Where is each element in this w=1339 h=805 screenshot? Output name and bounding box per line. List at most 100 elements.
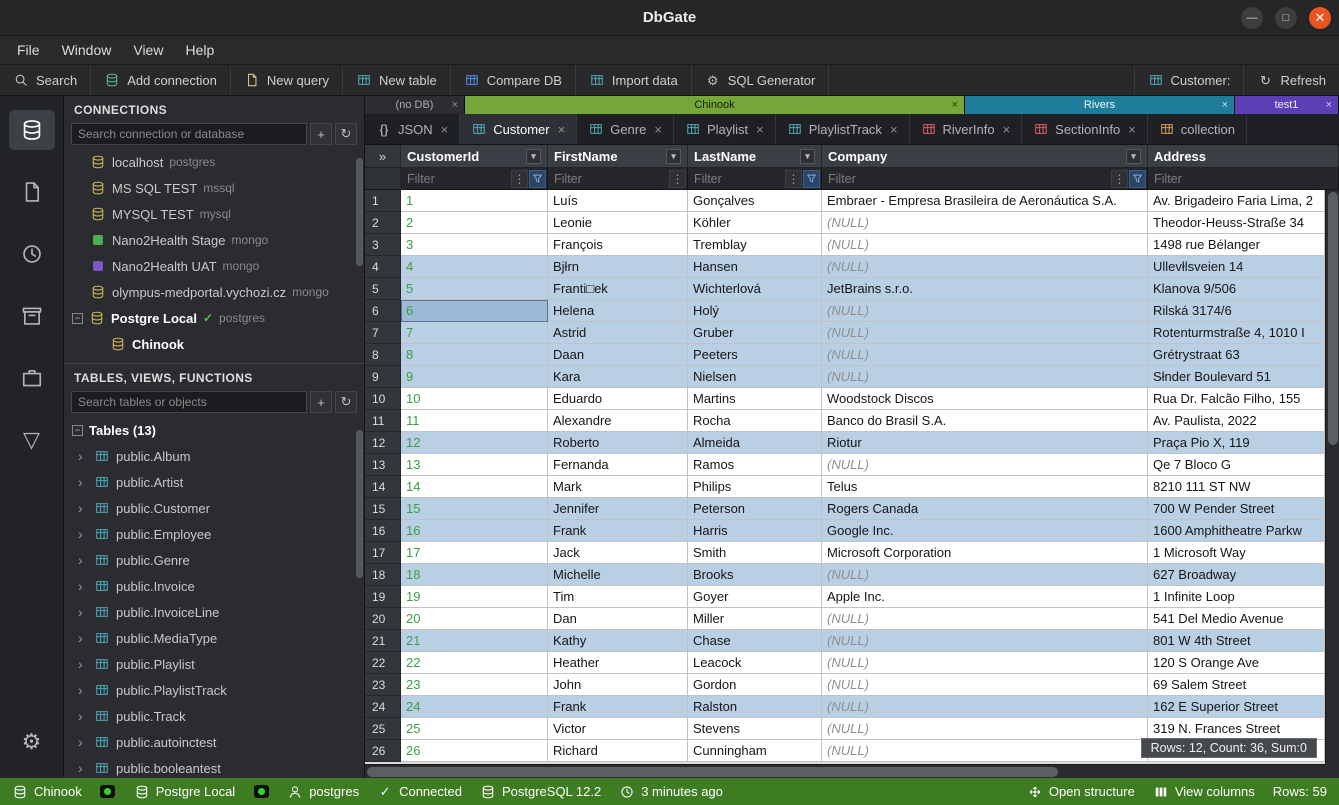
cell-lastname[interactable]: Wichterlová [688,278,822,300]
filter-address[interactable]: Filter [1148,168,1339,189]
chevron-right-icon[interactable]: › [78,500,88,516]
chevron-right-icon[interactable]: › [78,526,88,542]
cell-lastname[interactable]: Tremblay [688,234,822,256]
cell-address[interactable]: Rilská 3174/6 [1148,300,1325,322]
cell-company[interactable]: (NULL) [822,212,1148,234]
tab-playlist[interactable]: Playlist× [674,114,776,144]
cell-lastname[interactable]: Miller [688,608,822,630]
maximize-button[interactable]: □ [1275,7,1297,29]
connection-mysql-test[interactable]: MYSQL TESTmysql [64,201,364,227]
close-tab-icon[interactable]: × [1003,122,1011,137]
cell-address[interactable]: 627 Broadway [1148,564,1325,586]
cell-lastname[interactable]: Köhler [688,212,822,234]
close-button[interactable]: ✕ [1309,7,1331,29]
cell-company[interactable]: Google Inc. [822,520,1148,542]
cell-firstname[interactable]: Kara [548,366,688,388]
chevron-right-icon[interactable]: › [78,578,88,594]
cell-firstname[interactable]: Leonie [548,212,688,234]
connection-nano2health-uat[interactable]: Nano2Health UATmongo [64,253,364,279]
toolbar-new-table-button[interactable]: New table [343,65,451,95]
cell-firstname[interactable]: Luís [548,190,688,212]
cell-customerid[interactable]: 7 [401,322,548,344]
tab-sectioninfo[interactable]: SectionInfo× [1022,114,1148,144]
cell-customerid[interactable]: 26 [401,740,548,762]
table-public-album[interactable]: ›public.Album [64,443,364,469]
activity-files[interactable] [9,172,55,212]
table-public-mediatype[interactable]: ›public.MediaType [64,625,364,651]
toolbar-new-query-button[interactable]: New query [231,65,343,95]
close-tab-icon[interactable]: × [890,122,898,137]
close-db-tab-icon[interactable]: × [1222,99,1228,111]
collapse-icon[interactable]: − [72,425,83,436]
row-number[interactable]: 9 [365,366,401,388]
cell-company[interactable]: (NULL) [822,564,1148,586]
cell-customerid[interactable]: 23 [401,674,548,696]
cell-customerid[interactable]: 10 [401,388,548,410]
status-chinook[interactable]: Chinook [12,784,82,800]
close-tab-icon[interactable]: × [756,122,764,137]
vertical-scrollbar[interactable] [1325,190,1339,764]
cell-lastname[interactable]: Hansen [688,256,822,278]
table-public-booleantest[interactable]: ›public.booleantest [64,755,364,778]
cell-customerid[interactable]: 19 [401,586,548,608]
row-number[interactable]: 19 [365,586,401,608]
toolbar-sql-generator-button[interactable]: ⚙SQL Generator [692,65,830,95]
cell-lastname[interactable]: Ramos [688,454,822,476]
cell-company[interactable]: Woodstock Discos [822,388,1148,410]
cell-firstname[interactable]: Jennifer [548,498,688,520]
cell-firstname[interactable]: Astrid [548,322,688,344]
tables-group[interactable]: −Tables (13) [64,417,364,443]
cell-lastname[interactable]: Holý [688,300,822,322]
row-number[interactable]: 25 [365,718,401,740]
column-header-address[interactable]: Address [1148,145,1339,167]
cell-customerid[interactable]: 25 [401,718,548,740]
filter-company[interactable]: Filter⋮ [822,168,1148,189]
cell-lastname[interactable]: Chase [688,630,822,652]
chevron-right-icon[interactable]: › [78,552,88,568]
cell-company[interactable]: (NULL) [822,322,1148,344]
close-tab-icon[interactable]: × [1128,122,1136,137]
db-tab-chinook[interactable]: Chinook× [465,96,965,114]
cell-address[interactable]: 162 E Superior Street [1148,696,1325,718]
cell-address[interactable]: 801 W 4th Street [1148,630,1325,652]
table-public-playlisttrack[interactable]: ›public.PlaylistTrack [64,677,364,703]
cell-lastname[interactable]: Gordon [688,674,822,696]
table-public-employee[interactable]: ›public.Employee [64,521,364,547]
cell-customerid[interactable]: 8 [401,344,548,366]
cell-lastname[interactable]: Martins [688,388,822,410]
tab-collection[interactable]: collection [1148,114,1247,144]
toolbar-import-data-button[interactable]: Import data [576,65,692,95]
filter-customerid[interactable]: Filter⋮ [401,168,548,189]
connection-postgre-local[interactable]: −Postgre Local✓postgres [64,305,364,331]
toolbar-search-button[interactable]: Search [0,65,91,95]
column-header-lastname[interactable]: LastName▾ [688,145,822,167]
cell-customerid[interactable]: 18 [401,564,548,586]
cell-customerid[interactable]: 6 [401,300,548,322]
table-public-invoice[interactable]: ›public.Invoice [64,573,364,599]
tab-riverinfo[interactable]: RiverInfo× [910,114,1023,144]
menu-view[interactable]: View [122,38,174,62]
row-number[interactable]: 14 [365,476,401,498]
row-number[interactable]: 24 [365,696,401,718]
cell-address[interactable]: Theodor-Heuss-Straße 34 [1148,212,1325,234]
filter-menu-icon[interactable]: ⋮ [1111,170,1128,188]
cell-address[interactable]: Klanova 9/506 [1148,278,1325,300]
filter-funnel-icon[interactable] [529,170,546,188]
row-number[interactable]: 21 [365,630,401,652]
cell-company[interactable]: (NULL) [822,300,1148,322]
row-number[interactable]: 12 [365,432,401,454]
tables-scrollbar[interactable] [356,430,363,578]
connection-search-input[interactable] [71,123,307,145]
cell-customerid[interactable]: 22 [401,652,548,674]
cell-firstname[interactable]: Jack [548,542,688,564]
cell-firstname[interactable]: Alexandre [548,410,688,432]
filter-menu-icon[interactable]: ⋮ [785,170,802,188]
cell-customerid[interactable]: 9 [401,366,548,388]
db-tab-rivers[interactable]: Rivers× [965,96,1235,114]
cell-address[interactable]: Qe 7 Bloco G [1148,454,1325,476]
cell-lastname[interactable]: Cunningham [688,740,822,762]
cell-lastname[interactable]: Ralston [688,696,822,718]
cell-address[interactable]: Ullevłlsveien 14 [1148,256,1325,278]
cell-company[interactable]: (NULL) [822,366,1148,388]
cell-address[interactable]: 319 N. Frances Street [1148,718,1325,740]
